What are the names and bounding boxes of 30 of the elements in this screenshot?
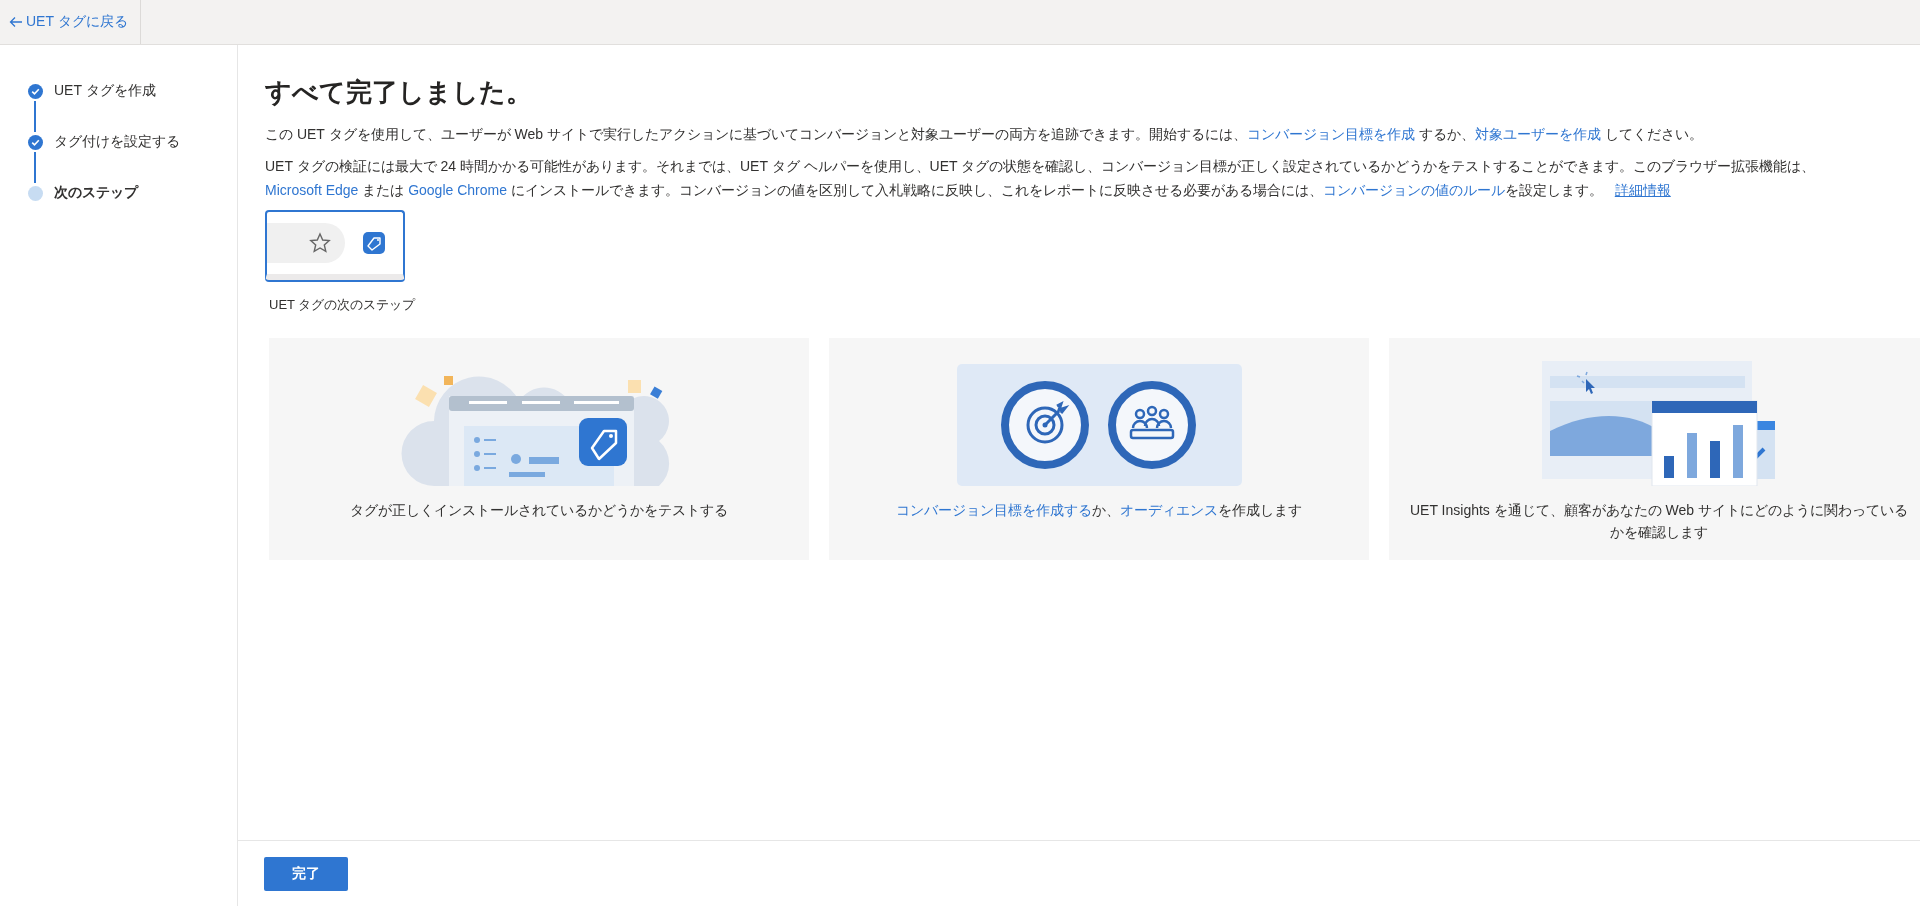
page-heading: すべて完了しました。	[265, 76, 533, 109]
next-step-card[interactable]: コンバージョン目標を作成するか、オーディエンス を作成します	[829, 338, 1369, 560]
step-label[interactable]: UET タグを作成	[54, 82, 156, 100]
text-link[interactable]: コンバージョン目標を作成する	[896, 502, 1092, 518]
card-text: UET Insights を通じて、顧客があなたの Web サイトにどのように関わっているかを確認します	[1409, 501, 1909, 542]
back-arrow-icon	[9, 16, 23, 28]
preview-caption: UET タグの次のステップ	[269, 296, 417, 314]
text-link[interactable]: 詳細情報	[1614, 182, 1671, 198]
text-link[interactable]: Google Chrome	[408, 182, 507, 198]
done-button[interactable]: 完了	[264, 856, 348, 891]
chart-bar	[1663, 456, 1674, 478]
chart-bar	[1709, 441, 1720, 478]
card-text: コンバージョン目標を作成するか、オーディエンス を作成します	[896, 501, 1302, 520]
text-link[interactable]: オーディエンス	[1120, 502, 1218, 518]
card-text: タグが正しくインストールされているかどうかをテストする	[350, 501, 728, 520]
chart-bar	[1686, 433, 1697, 478]
back-link[interactable]: UET タグに戻る	[0, 0, 141, 44]
text-link[interactable]: コンバージョン目標を作成	[1246, 126, 1415, 142]
text-link[interactable]: 対象ユーザーを作成	[1474, 126, 1601, 142]
star-icon	[309, 232, 331, 254]
next-step-card[interactable]: タグが正しくインストールされているかどうかをテストする	[269, 338, 809, 560]
step-label[interactable]: タグ付けを設定する	[54, 133, 180, 151]
text-link[interactable]: コンバージョンの値のルール	[1322, 182, 1505, 198]
chart-bar	[1732, 425, 1743, 478]
next-step-card[interactable]: UET Insights を通じて、顧客があなたの Web サイトにどのように関わっているかを確認します	[1389, 338, 1920, 560]
description-text: UET タグの検証には最大で 24 時間かかる可能性があります。それまでは、UET タグ ヘルパーを使用し、UET タグの状態を確認し、コンバージョン目標が正しく設定されているかどうかをテストすることができます。このブラウザー拡張機能は、 Microsoft Edge または Google Chrome にインストールできます。コンバージョンの値を区別して入札戦略に反映し、これをレポートに反映させる必要がある場合には、コンバージョンの値のルールを設定します。 詳細情報	[265, 157, 1817, 200]
tag-icon	[363, 232, 385, 254]
description-text: この UET タグを使用して、ユーザーが Web サイトで実行したアクションに基づいてコンバージョンと対象ユーザーの両方を追跡できます。開始するには、コンバージョン目標を作成 するか、対象ユーザーを作成 してください。	[265, 125, 1704, 144]
step-label[interactable]: 次のステップ	[54, 184, 138, 202]
text-link[interactable]: Microsoft Edge	[265, 182, 359, 198]
